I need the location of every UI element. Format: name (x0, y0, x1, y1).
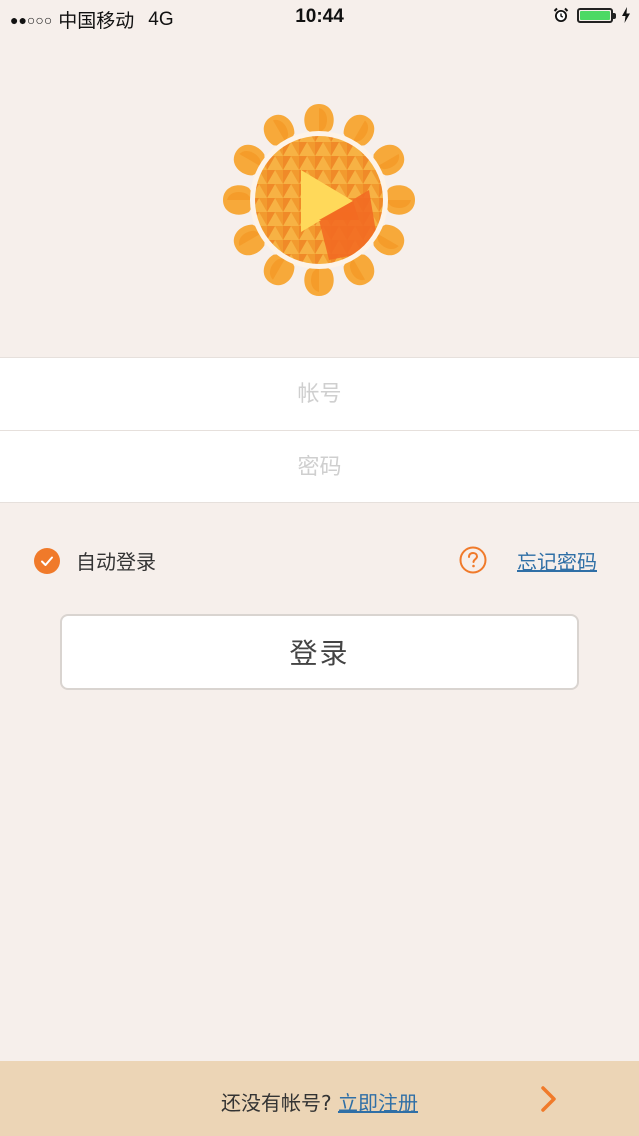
charging-bolt-icon (622, 7, 630, 23)
register-link[interactable]: 立即注册 (338, 1091, 418, 1115)
checkmark-icon[interactable] (34, 547, 60, 574)
question-circle-icon[interactable] (459, 546, 487, 574)
auto-login-toggle[interactable]: 自动登录 (34, 546, 156, 575)
login-options: 自动登录 忘记密码 (0, 540, 639, 580)
auto-login-label: 自动登录 (76, 550, 156, 574)
account-input[interactable] (0, 357, 639, 431)
alarm-icon (553, 7, 569, 22)
status-right (553, 7, 631, 23)
battery-icon (577, 7, 616, 23)
status-bar: ●●○○○ 中国移动 4G 10:44 (0, 0, 639, 36)
login-form (0, 357, 639, 504)
password-row (0, 430, 639, 504)
password-input[interactable] (0, 430, 639, 504)
sunflower-play-logo (223, 104, 415, 296)
chevron-right-icon[interactable] (538, 1084, 560, 1114)
account-row (0, 357, 639, 431)
login-button[interactable]: 登录 (60, 614, 579, 690)
battery-level (580, 10, 610, 20)
forgot-password-link[interactable]: 忘记密码 (517, 546, 597, 575)
register-bar: 还没有帐号? 立即注册 (0, 1061, 639, 1136)
register-prompt: 还没有帐号? (221, 1091, 332, 1115)
status-time: 10:44 (295, 6, 344, 27)
